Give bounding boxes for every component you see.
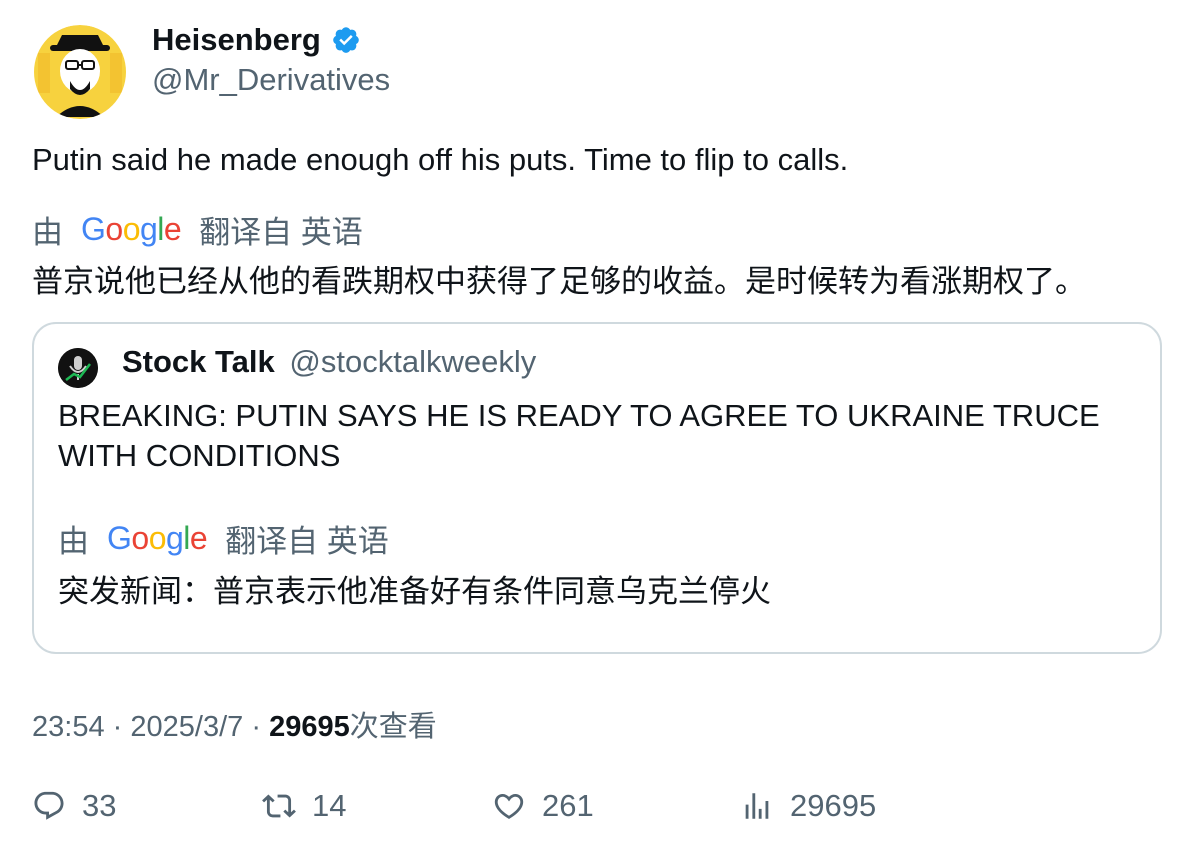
tweet-date[interactable]: 2025/3/7: [130, 711, 243, 743]
quoted-translation-prefix: 由: [58, 524, 89, 559]
quoted-tweet-card[interactable]: Stock Talk @stocktalkweekly BREAKING: PU…: [32, 322, 1162, 654]
tweet-time[interactable]: 23:54: [32, 711, 105, 743]
views-suffix: 次查看: [349, 711, 437, 743]
bar-chart-icon: [745, 793, 769, 819]
translated-tweet-text: 普京说他已经从他的看跌期权中获得了足够的收益。是时候转为看涨期权了。: [32, 264, 1086, 299]
retweet-button[interactable]: 14: [262, 788, 346, 824]
translation-attribution: 由 Google 翻译自 英语: [32, 207, 363, 252]
views-button[interactable]: 29695: [740, 788, 876, 824]
retweet-count: 14: [312, 788, 347, 823]
tweet-meta: 23:54 · 2025/3/7 · 29695次查看: [32, 703, 437, 745]
author-name-row: Heisenberg: [152, 22, 361, 58]
heart-icon: [494, 793, 524, 819]
meta-separator: ·: [112, 711, 123, 743]
translation-prefix: 由: [32, 215, 63, 250]
author-handle[interactable]: @Mr_Derivatives: [152, 62, 390, 98]
tweet-text: Putin said he made enough off his puts. …: [32, 142, 849, 177]
quoted-author-row: Stock Talk @stocktalkweekly: [122, 344, 536, 380]
quoted-author-avatar: [58, 348, 98, 388]
heisenberg-avatar-image: [34, 25, 126, 119]
like-count: 261: [542, 788, 594, 823]
quoted-author-name: Stock Talk: [122, 344, 275, 379]
views-count: 29695: [269, 711, 350, 743]
google-logo: Google: [81, 211, 182, 247]
quoted-tweet-text: BREAKING: PUTIN SAYS HE IS READY TO AGRE…: [58, 398, 1100, 473]
quoted-translation-attribution: 由 Google 翻译自 英语: [58, 516, 389, 561]
quoted-translation-label[interactable]: 翻译自 英语: [225, 516, 389, 561]
quoted-translated-text: 突发新闻：普京表示他准备好有条件同意乌克兰停火: [58, 574, 771, 609]
verified-badge-icon: [331, 25, 361, 55]
author-display-name[interactable]: Heisenberg: [152, 22, 321, 58]
reply-icon: [34, 791, 64, 820]
like-button[interactable]: 261: [492, 788, 594, 824]
reply-button[interactable]: 33: [32, 788, 116, 824]
meta-separator: ·: [251, 711, 261, 743]
reply-count: 33: [82, 788, 117, 823]
retweet-icon: [262, 794, 296, 818]
microphone-chart-icon: [58, 348, 98, 388]
views-total: 29695: [790, 788, 877, 823]
quoted-author-handle: @stocktalkweekly: [289, 344, 537, 379]
quoted-google-logo: Google: [107, 520, 208, 556]
author-avatar[interactable]: [34, 25, 126, 119]
translation-label[interactable]: 翻译自 英语: [199, 207, 363, 252]
